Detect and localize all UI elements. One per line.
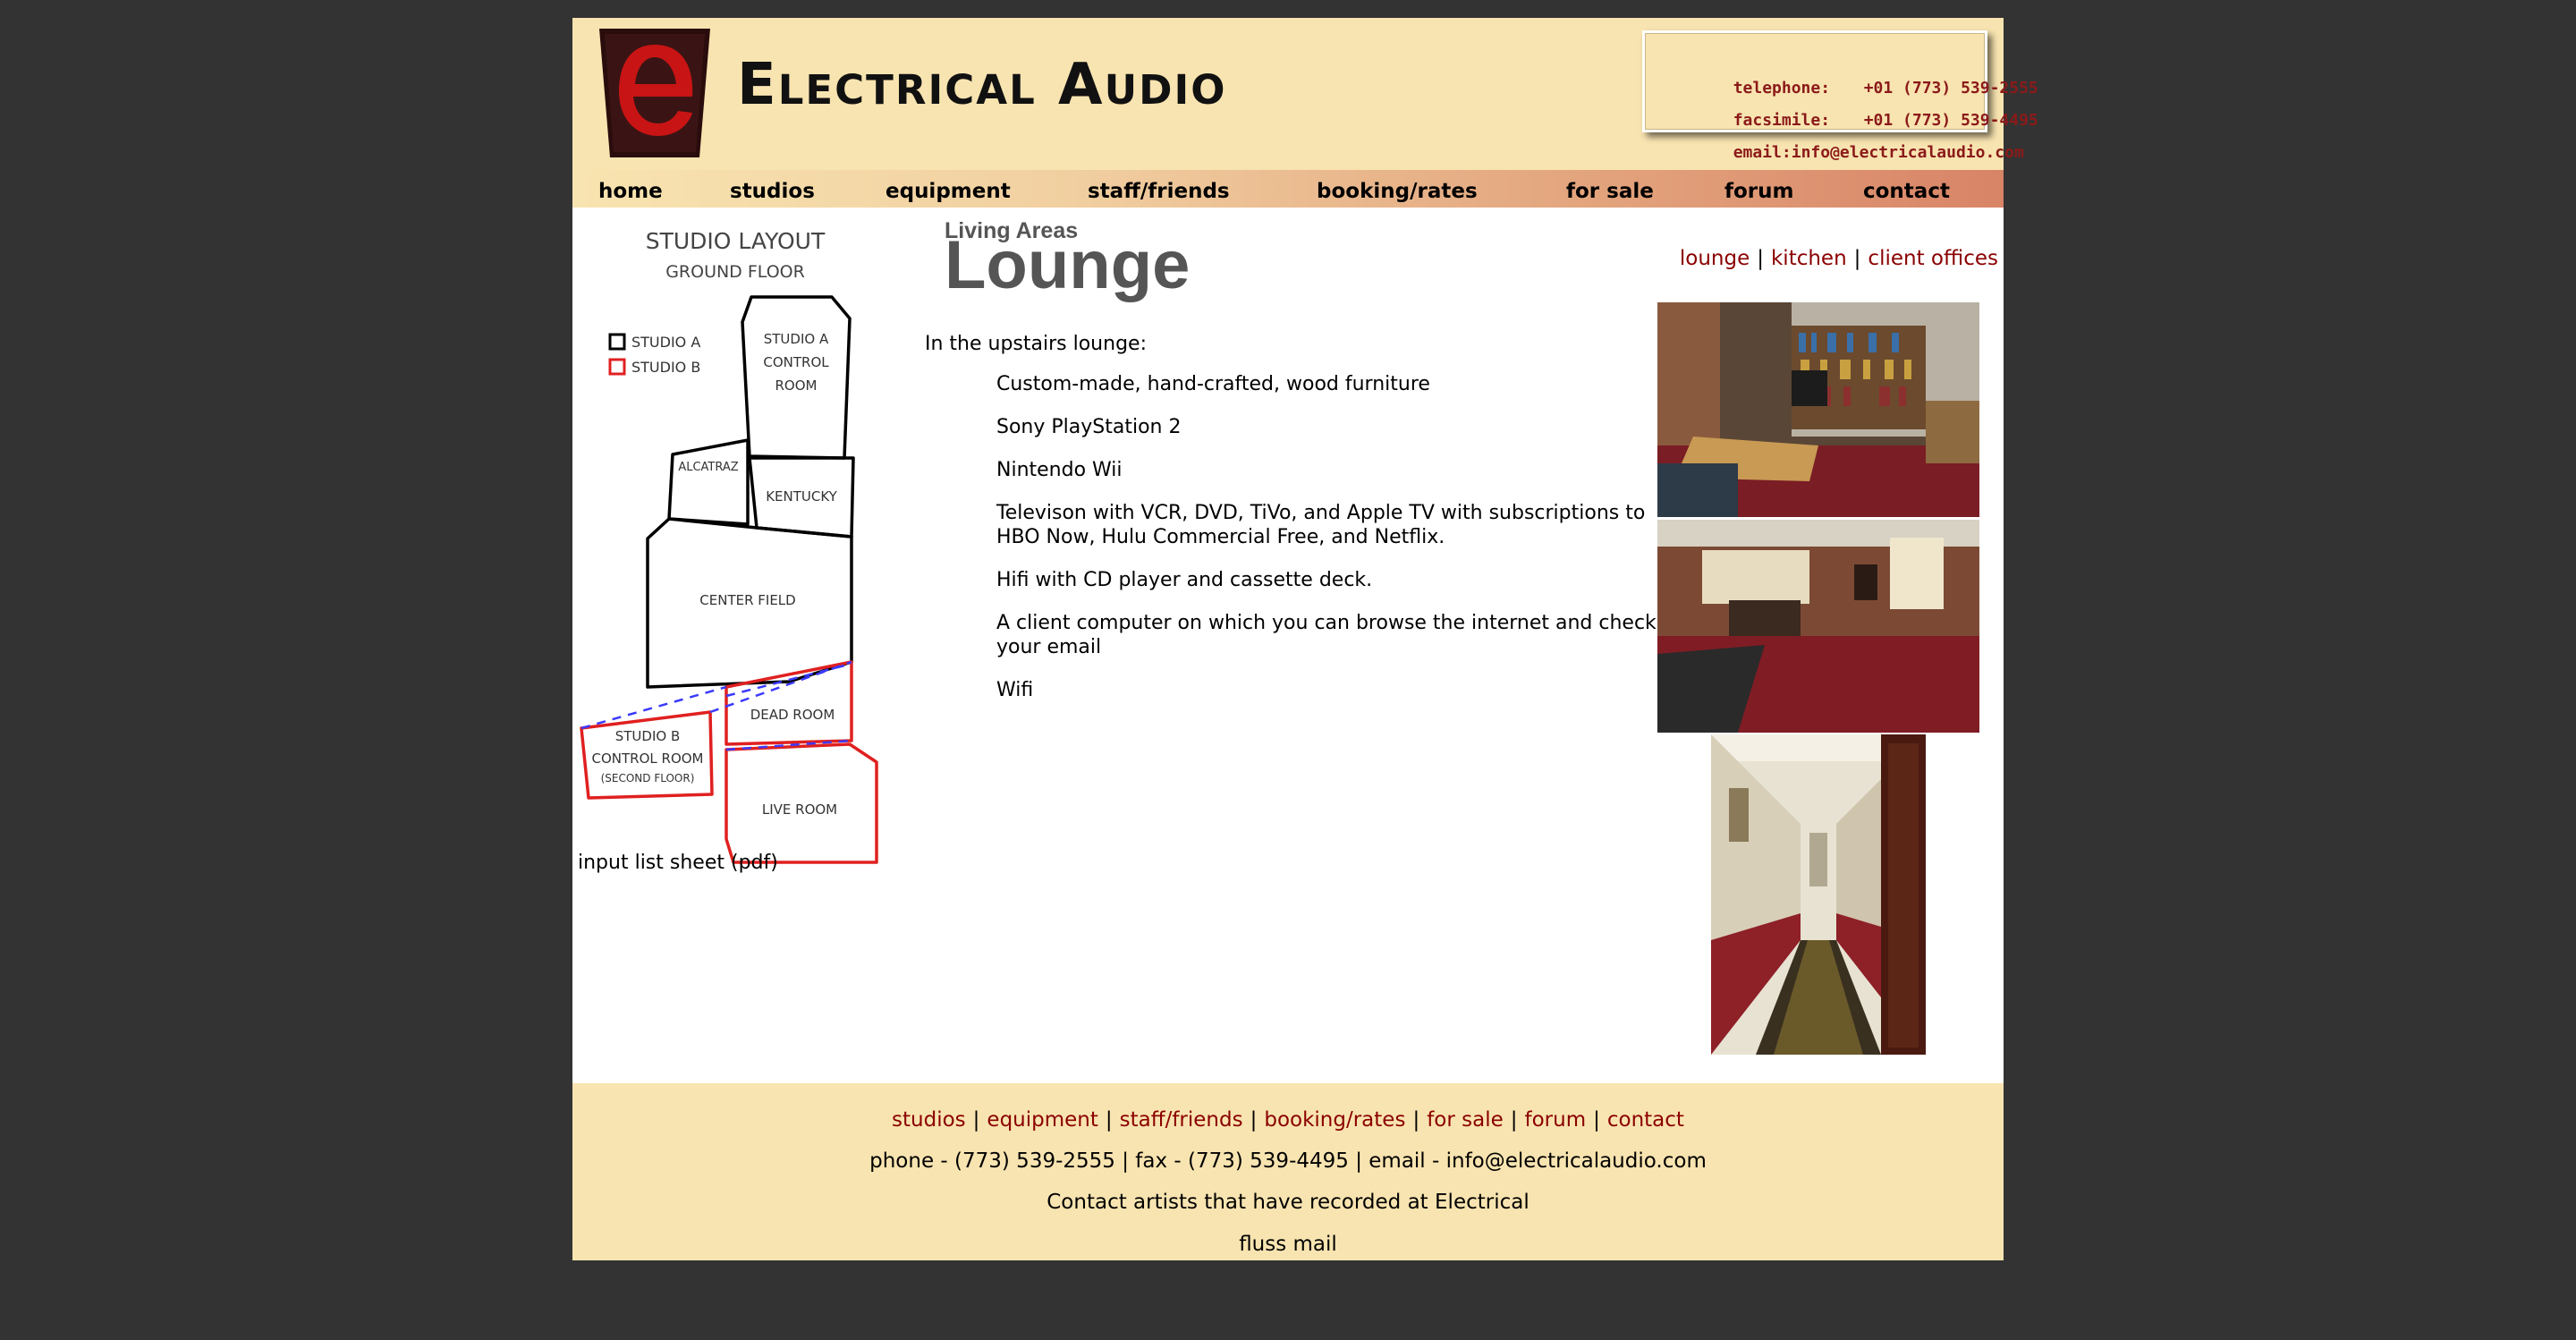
alcatraz-room: [667, 438, 750, 526]
nav-item-for-sale[interactable]: for sale: [1566, 170, 1654, 208]
studio-a-control-label-3: ROOM: [775, 377, 818, 394]
lounge-photo-image: [1657, 302, 1979, 517]
feature-item: Sony PlayStation 2: [996, 416, 1182, 438]
sublink-separator: |: [1853, 247, 1861, 270]
nav-item-home[interactable]: home: [598, 170, 663, 208]
footer-link-contact[interactable]: contact: [1607, 1108, 1684, 1132]
legend-studio-b-label: STUDIO B: [631, 359, 700, 376]
sublinks: lounge | kitchen | client offices: [1680, 247, 1998, 270]
feature-item: A client computer on which you can brows…: [996, 612, 1657, 658]
card-row-telephone: telephone: +01 (773) 539-2555: [1656, 40, 2038, 98]
card-label: email:: [1733, 143, 1792, 162]
lounge-photo[interactable]: [1657, 302, 1979, 517]
feature-item: Custom-made, hand-crafted, wood furnitur…: [996, 373, 1430, 395]
site-name[interactable]: Electrical Audio: [737, 52, 1226, 118]
layout-subtitle: GROUND FLOOR: [665, 262, 805, 282]
studio-a-control-label-1: STUDIO A: [764, 331, 829, 347]
footer-separator: |: [1510, 1108, 1518, 1132]
footer-fluss-mail-link[interactable]: fluss mail: [572, 1233, 2004, 1256]
card-value: +01 (773) 539-4495: [1863, 111, 2038, 130]
footer-link-staff-friends[interactable]: staff/friends: [1120, 1108, 1243, 1132]
footer-separator: |: [1593, 1108, 1600, 1132]
footer-separator: |: [1412, 1108, 1420, 1132]
page: Electrical Audio telephone: +01 (773) 539…: [572, 18, 2038, 1260]
dead-room-label: DEAD ROOM: [750, 707, 835, 723]
card-label: telephone:: [1733, 79, 1831, 98]
logo-e-icon: [599, 29, 710, 157]
site-footer: studios | equipment | staff/friends | booking/…: [572, 1083, 2004, 1260]
alcatraz-label: ALCATRAZ: [678, 461, 738, 474]
nav-item-forum[interactable]: forum: [1724, 170, 1794, 208]
dead-room: [724, 660, 853, 746]
studio-b-control-label-2: CONTROL ROOM: [592, 751, 704, 767]
kentucky-label: KENTUCKY: [766, 488, 837, 505]
contact-card: telephone: +01 (773) 539-2555 facsimile: +…: [1642, 30, 2038, 162]
site-header: Electrical Audio telephone: +01 (773) 539…: [572, 18, 2038, 170]
sublink-lounge[interactable]: lounge: [1680, 247, 1750, 270]
feature-item: Hifi with CD player and cassette deck.: [996, 569, 1373, 591]
sublink-separator: |: [1757, 247, 1764, 270]
center-field-label: CENTER FIELD: [699, 592, 795, 608]
footer-artists-link[interactable]: Contact artists that have recorded at El…: [572, 1191, 2004, 1214]
lounge-photo[interactable]: [1657, 520, 1979, 733]
studio-b-control-label-1: STUDIO B: [615, 728, 681, 744]
layout-title: STUDIO LAYOUT: [646, 228, 826, 254]
studio-b-control-label-3: (SECOND FLOOR): [601, 772, 695, 784]
feature-list: Custom-made, hand-crafted, wood furnitur…: [996, 372, 1658, 721]
card-label: facsimile:: [1733, 111, 1831, 130]
input-list-sheet-link[interactable]: input list sheet (pdf): [578, 852, 778, 874]
intro-text: In the upstairs lounge:: [925, 333, 1147, 355]
nav-item-booking-rates[interactable]: booking/rates: [1317, 170, 1478, 208]
hallway-photo[interactable]: [1711, 734, 1926, 1055]
legend-studio-a-label: STUDIO A: [631, 334, 700, 351]
feature-item: Televison with VCR, DVD, TiVo, and Apple…: [996, 502, 1646, 548]
footer-link-booking-rates[interactable]: booking/rates: [1264, 1108, 1405, 1132]
footer-separator: |: [1250, 1108, 1258, 1132]
hallway-photo-image: [1711, 734, 1926, 1055]
feature-item: Nintendo Wii: [996, 459, 1123, 481]
nav-item-staff-friends[interactable]: staff/friends: [1088, 170, 1230, 208]
legend-studio-b-swatch: [608, 358, 626, 376]
page-title: Lounge: [945, 227, 1191, 303]
card-value: info@electricalaudio.com: [1791, 143, 2024, 162]
footer-link-forum[interactable]: forum: [1525, 1108, 1587, 1132]
footer-separator: |: [1105, 1108, 1113, 1132]
footer-link-studios[interactable]: studios: [892, 1108, 966, 1132]
legend-studio-a-swatch: [608, 333, 626, 351]
footer-link-for-sale[interactable]: for sale: [1427, 1108, 1504, 1132]
nav-item-equipment[interactable]: equipment: [886, 170, 1011, 208]
footer-contact-line: phone - (773) 539-2555 | fax - (773) 539…: [869, 1149, 1707, 1173]
studio-a-control-label-2: CONTROL: [763, 354, 829, 370]
footer-nav: studios | equipment | staff/friends | booking/…: [572, 1108, 2004, 1132]
lounge-photo-image: [1657, 520, 1979, 733]
nav-item-studios[interactable]: studios: [730, 170, 815, 208]
main-nav: home studios equipment staff/friends boo…: [572, 170, 2004, 208]
footer-link-equipment[interactable]: equipment: [987, 1108, 1097, 1132]
logo[interactable]: [599, 29, 710, 157]
card-value: +01 (773) 539-2555: [1863, 79, 2038, 98]
live-room-label: LIVE ROOM: [762, 801, 837, 818]
sublink-kitchen[interactable]: kitchen: [1771, 247, 1847, 270]
sublink-client-offices[interactable]: client offices: [1868, 247, 1998, 270]
feature-item: Wifi: [996, 679, 1034, 701]
footer-separator: |: [972, 1108, 980, 1132]
nav-item-contact[interactable]: contact: [1863, 170, 1950, 208]
studio-layout-map[interactable]: STUDIO LAYOUT GROUND FLOOR STUDIO A STUD…: [572, 213, 886, 866]
